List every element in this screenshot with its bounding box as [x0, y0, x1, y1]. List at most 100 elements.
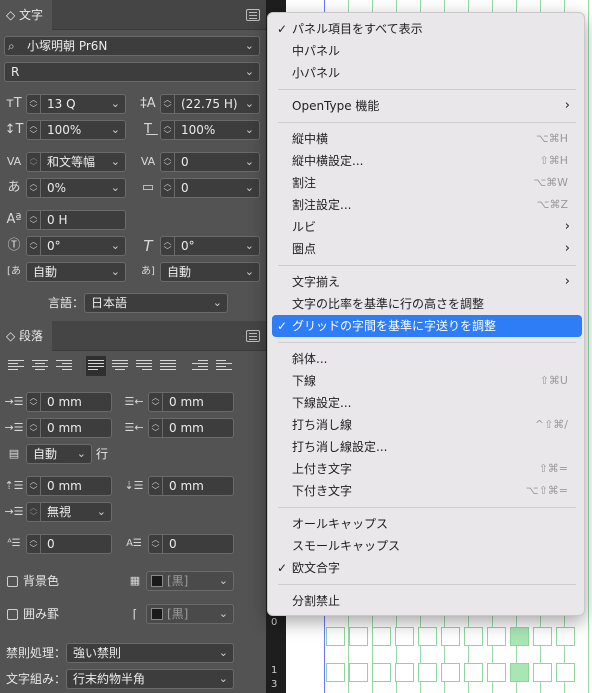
space-after-field[interactable]: ︿ ﹀ 0 mm [148, 476, 234, 496]
font-family-field[interactable]: ⌕ 小塚明朝 Pr6N ⌄ [4, 36, 260, 56]
stepper-icon[interactable]: ︿ ﹀ [161, 95, 175, 113]
first-line-indent-field[interactable]: ︿ ﹀ 0 mm [26, 418, 112, 438]
font-size-field[interactable]: ︿ ﹀ 13 Q ⌄ [26, 94, 126, 114]
shading-checkbox[interactable] [7, 576, 18, 587]
tab-paragraph[interactable]: ◇ 段落 [0, 321, 52, 351]
menu-item-no-break[interactable]: 分割禁止 [272, 590, 582, 612]
stepper-icon[interactable]: ︿ ﹀ [161, 153, 175, 171]
stepper-icon[interactable]: ︿ ﹀ [161, 237, 175, 255]
menu-item-character-alignment[interactable]: 文字揃え › [272, 271, 582, 293]
justify-center-button[interactable] [112, 358, 128, 374]
drop-cap-lines-field[interactable]: ︿ ﹀ 0 [26, 534, 112, 554]
menu-item-underline[interactable]: 下線 ⇧⌘U [272, 370, 582, 392]
stepper-icon[interactable]: ︿ ﹀ [27, 121, 41, 139]
menu-item-strikethrough-settings[interactable]: 打ち消し線設定... [272, 436, 582, 458]
menu-item-italic[interactable]: 斜体... [272, 348, 582, 370]
panel-menu-button[interactable] [246, 330, 260, 342]
menu-item-grid-spacing[interactable]: ✓ グリッドの字間を基準に字送りを調整 [272, 315, 582, 337]
stepper-icon[interactable]: ︿ ﹀ [27, 95, 41, 113]
grid-align-select[interactable]: ︿ ﹀ 無視 ⌄ [26, 502, 112, 522]
chevron-down-icon: ⌄ [110, 97, 120, 110]
chevron-down-icon: ⌄ [110, 265, 120, 278]
space-before-field[interactable]: ︿ ﹀ 0 mm [26, 476, 112, 496]
stepper-icon[interactable]: ︿ ﹀ [27, 237, 41, 255]
stepper-icon[interactable]: ︿ ﹀ [149, 419, 163, 437]
menu-item-ruby[interactable]: ルビ › [272, 216, 582, 238]
panel-menu-button[interactable] [246, 9, 260, 21]
stepper-icon[interactable]: ︿ ﹀ [27, 477, 41, 495]
align-spine-button[interactable] [192, 358, 208, 374]
kinsoku-select[interactable]: 強い禁則 ⌄ [66, 643, 234, 663]
tab-character[interactable]: ◇ 文字 [0, 0, 52, 30]
stepper-icon[interactable]: ︿ ﹀ [27, 393, 41, 411]
shading-swatch-icon: ▦ [129, 574, 141, 587]
mojikumi-after-field[interactable]: 自動 ⌄ [160, 262, 260, 282]
menu-item-ligatures[interactable]: ✓ 欧文合字 [272, 557, 582, 579]
stepper-icon[interactable]: ︿ ﹀ [161, 121, 175, 139]
horizontal-scale-field[interactable]: ︿ ﹀ 100% ⌄ [160, 120, 260, 140]
skew-field[interactable]: ︿ ﹀ 0° ⌄ [160, 236, 260, 256]
aki-field[interactable]: ︿ ﹀ 0 ⌄ [160, 178, 260, 198]
menu-item-small-caps[interactable]: スモールキャップス [272, 535, 582, 557]
menu-item-kenten[interactable]: 圏点 › [272, 238, 582, 260]
left-indent-field[interactable]: ︿ ﹀ 0 mm [26, 392, 112, 412]
character-paragraph-panel: ◇ 文字 ⌕ 小塚明朝 Pr6N ⌄ R ⌄ ᴛT ︿ ﹀ 13 Q ⌄ ‡A ︿… [0, 0, 266, 693]
right-indent-field[interactable]: ︿ ﹀ 0 mm [148, 392, 234, 412]
menu-item-warichu-settings[interactable]: 割注設定... ⌥⌘Z [272, 194, 582, 216]
stepper-icon[interactable]: ︿ ﹀ [27, 535, 41, 553]
vertical-scale-field[interactable]: ︿ ﹀ 100% ⌄ [26, 120, 126, 140]
border-checkbox[interactable] [7, 609, 18, 620]
font-style-field[interactable]: R ⌄ [4, 62, 260, 82]
stepper-icon[interactable]: ︿ ﹀ [27, 153, 41, 171]
menu-item-label: 打ち消し線設定... [292, 440, 388, 454]
menu-item-subscript[interactable]: 下付き文字 ⌥⇧⌘= [272, 480, 582, 502]
align-center-button[interactable] [32, 358, 48, 374]
justify-all-button[interactable] [160, 358, 176, 374]
color-swatch [151, 608, 163, 620]
border-color-select[interactable]: [黒] ⌄ [146, 604, 234, 624]
chevron-right-icon: › [564, 98, 570, 113]
mojikumi-before-field[interactable]: 自動 ⌄ [26, 262, 126, 282]
justify-left-button[interactable] [86, 356, 106, 376]
menu-item-label: 斜体... [292, 352, 328, 366]
menu-item-label: オールキャップス [292, 517, 389, 531]
stepper-icon[interactable]: ︿ ﹀ [149, 393, 163, 411]
menu-item-warichu[interactable]: 割注 ⌥⌘W [272, 172, 582, 194]
rotation-value: 0° [47, 239, 61, 253]
drop-lines-select[interactable]: 自動 ⌄ [26, 444, 92, 464]
menu-item-line-height-ratio[interactable]: 文字の比率を基準に行の高さを調整 [272, 293, 582, 315]
menu-item-opentype[interactable]: OpenType 機能 › [272, 95, 582, 117]
rotation-field[interactable]: ︿ ﹀ 0° ⌄ [26, 236, 126, 256]
menu-item-small-panel[interactable]: 小パネル [272, 62, 582, 84]
stepper-icon[interactable]: ︿ ﹀ [27, 211, 41, 229]
kerning-field[interactable]: ︿ ﹀ 和文等幅 ⌄ [26, 152, 126, 172]
stepper-icon[interactable]: ︿ ﹀ [149, 535, 163, 553]
menu-item-tatechuyoko[interactable]: 縦中横 ⌥⌘H [272, 128, 582, 150]
menu-item-all-caps[interactable]: オールキャップス [272, 513, 582, 535]
menu-item-superscript[interactable]: 上付き文字 ⇧⌘= [272, 458, 582, 480]
last-line-indent-field[interactable]: ︿ ﹀ 0 mm [148, 418, 234, 438]
align-left-button[interactable] [8, 358, 24, 374]
stepper-icon[interactable]: ︿ ﹀ [161, 179, 175, 197]
tracking-field[interactable]: ︿ ﹀ 0 ⌄ [160, 152, 260, 172]
align-away-spine-button[interactable] [216, 358, 232, 374]
menu-item-tatechuyoko-settings[interactable]: 縦中横設定... ⇧⌘H [272, 150, 582, 172]
leading-field[interactable]: ︿ ﹀ (22.75 H) ⌄ [160, 94, 260, 114]
menu-item-strikethrough[interactable]: 打ち消し線 ^⇧⌘/ [272, 414, 582, 436]
baseline-shift-field[interactable]: ︿ ﹀ 0 H [26, 210, 126, 230]
grid-cell [395, 627, 414, 646]
menu-item-show-all[interactable]: ✓ パネル項目をすべて表示 [272, 18, 582, 40]
language-select[interactable]: 日本語 ⌄ [84, 293, 228, 313]
shading-color-select[interactable]: [黒] ⌄ [146, 571, 234, 591]
border-swatch-icon: ⌈ [132, 607, 138, 621]
mojikumi-select[interactable]: 行末約物半角 ⌄ [66, 669, 234, 689]
stepper-icon[interactable]: ︿ ﹀ [149, 477, 163, 495]
stepper-icon[interactable]: ︿ ﹀ [27, 419, 41, 437]
justify-right-button[interactable] [136, 358, 152, 374]
menu-item-underline-settings[interactable]: 下線設定... [272, 392, 582, 414]
menu-item-medium-panel[interactable]: 中パネル [272, 40, 582, 62]
stepper-icon[interactable]: ︿ ﹀ [27, 179, 41, 197]
drop-cap-chars-field[interactable]: ︿ ﹀ 0 [148, 534, 234, 554]
tsume-field[interactable]: ︿ ﹀ 0% ⌄ [26, 178, 126, 198]
align-right-button[interactable] [56, 358, 72, 374]
